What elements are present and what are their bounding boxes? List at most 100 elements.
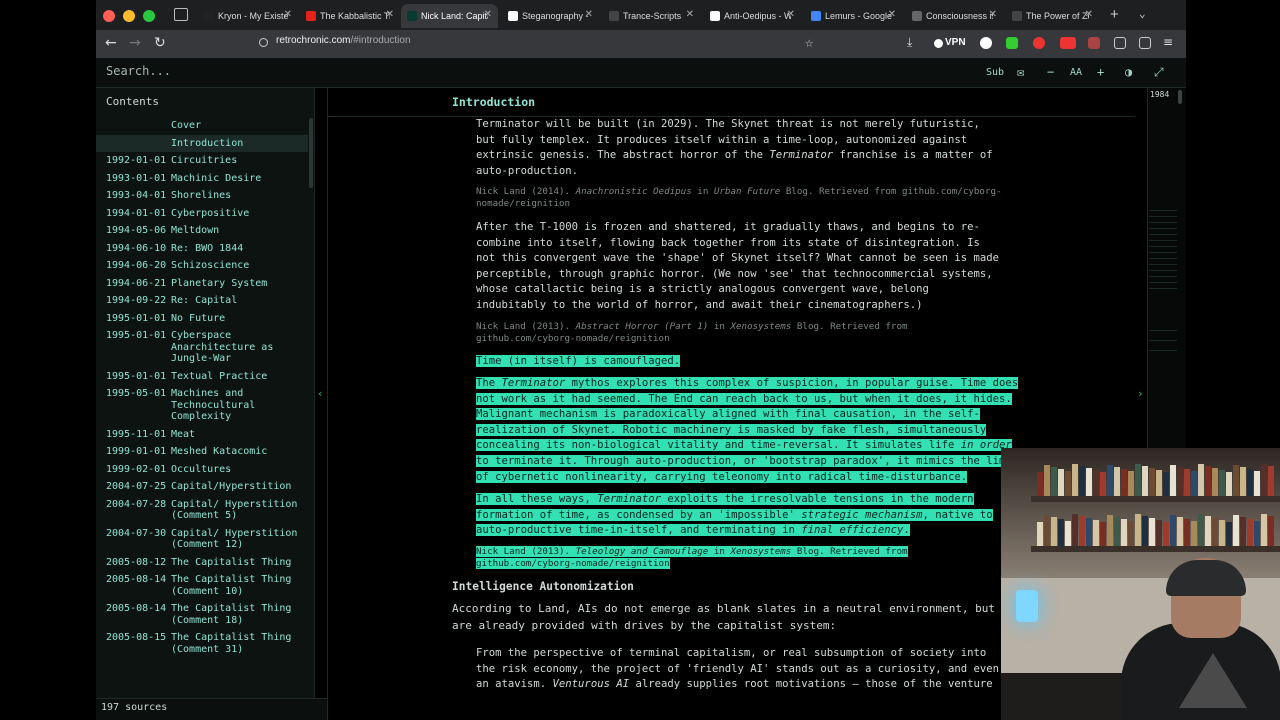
new-tab-button[interactable]: + — [1110, 6, 1119, 23]
collapse-sidebar-chevron-icon[interactable]: ‹ — [317, 387, 324, 400]
toc-item-title: Planetary System — [171, 277, 268, 289]
toc-item[interactable]: 1992-01-01 Circuitries — [96, 152, 308, 170]
toc-item[interactable]: 1994-06-20 Schizoscience — [96, 257, 308, 275]
download-icon[interactable]: ⤓ — [907, 35, 912, 50]
highlight-2[interactable]: The Terminator mythos explores this comp… — [476, 376, 1021, 485]
sidebar-divider[interactable] — [314, 88, 315, 698]
main-scrollbar[interactable] — [1178, 90, 1182, 104]
timeline-minimap[interactable] — [1147, 88, 1186, 448]
menu-icon[interactable]: ≡ — [1163, 35, 1173, 49]
toc-item[interactable]: 1999-02-01 Occultures — [96, 461, 308, 479]
toc-item[interactable]: 1995-01-01 Cyberspace Anarchitecture as J… — [96, 327, 308, 368]
tab-close-icon[interactable]: ✕ — [484, 9, 492, 20]
search-input[interactable] — [106, 64, 306, 78]
book-spine — [1191, 521, 1197, 546]
tab-favicon-icon — [811, 11, 821, 21]
toc-item[interactable]: 1999-01-01 Meshed Katacomic — [96, 443, 308, 461]
book-spine — [1051, 467, 1057, 496]
mail-icon[interactable]: ✉ — [1017, 65, 1024, 79]
site-info-icon[interactable] — [259, 38, 268, 47]
toc-item[interactable]: 2005-08-14 The Capitalist Thing (Comment … — [96, 571, 308, 600]
minimap-line — [1149, 258, 1177, 259]
tab-close-icon[interactable]: ✕ — [386, 9, 394, 20]
reload-icon[interactable]: ↻ — [154, 35, 166, 51]
tab-overview-icon[interactable] — [174, 8, 188, 21]
sidebar-scrollbar[interactable] — [309, 118, 313, 188]
extension-red-icon[interactable] — [1033, 37, 1045, 49]
book-spine — [1219, 470, 1225, 496]
tab-search-chevron-icon[interactable]: ⌄ — [1139, 7, 1146, 20]
toc-item-date: 1994-06-20 — [106, 260, 167, 271]
book-spine — [1128, 521, 1134, 546]
sidebar-toggle-icon[interactable] — [1139, 37, 1151, 49]
tab-favicon-icon — [1012, 11, 1022, 21]
toc-item[interactable]: Cover — [96, 117, 308, 135]
toc-item[interactable]: 2004-07-28 Capital/ Hyperstition (Comment… — [96, 496, 308, 525]
toc-item[interactable]: 1994-06-10 Re: BWO 1844 — [96, 240, 308, 258]
toc-item[interactable]: 2004-07-25 Capital/Hyperstition — [96, 478, 308, 496]
toc-item[interactable]: 2004-07-30 Capital/ Hyperstition (Comment… — [96, 525, 308, 554]
toc-item[interactable]: 1995-01-01 No Future — [96, 310, 308, 328]
toc-item[interactable]: 2005-08-15 The Capitalist Thing (Comment … — [96, 629, 308, 658]
book-spine — [1247, 469, 1253, 496]
collapse-minimap-chevron-icon[interactable]: › — [1137, 387, 1144, 400]
zoom-in-icon[interactable]: + — [1097, 65, 1104, 79]
toc-item[interactable]: Introduction — [96, 134, 308, 152]
browser-tab[interactable]: Nick Land: Capitalism✕ — [401, 4, 498, 28]
tab-close-icon[interactable]: ✕ — [585, 9, 593, 20]
browser-tab[interactable]: The Kabbalistic Tree✕ — [300, 4, 400, 28]
highlight-citation-3[interactable]: Nick Land (2013). Teleology and Camoufla… — [476, 546, 1004, 570]
tab-close-icon[interactable]: ✕ — [284, 9, 292, 20]
toc-item[interactable]: 1995-11-01 Meat — [96, 426, 308, 444]
toc-item-date: 1995-05-01 — [106, 388, 167, 399]
subscribe-button[interactable]: Sub — [986, 67, 1004, 78]
tab-close-icon[interactable]: ✕ — [888, 9, 896, 20]
toc-item[interactable]: 1995-01-01 Textual Practice — [96, 368, 308, 386]
forward-arrow-icon[interactable]: → — [129, 35, 141, 51]
extensions-puzzle-icon[interactable] — [1114, 37, 1126, 49]
toc-item[interactable]: 1994-09-22 Re: Capital — [96, 292, 308, 310]
adblock-icon[interactable] — [1060, 37, 1076, 49]
extension-grid-icon[interactable] — [1088, 37, 1100, 49]
toc-item[interactable]: 1994-01-01 Cyberpositive — [96, 205, 308, 223]
toc-item[interactable]: 1994-05-06 Meltdown — [96, 222, 308, 240]
lamp — [1016, 590, 1038, 622]
browser-tab[interactable]: Anti-Oedipus - Wiki✕ — [704, 4, 801, 28]
back-arrow-icon[interactable]: ← — [105, 35, 117, 51]
browser-tab[interactable]: Kryon - My Existence✕ — [198, 4, 298, 28]
minimize-window-button[interactable] — [123, 10, 135, 22]
book-spine — [1072, 514, 1078, 546]
browser-tab[interactable]: Trance-Scripts ✕ — [603, 4, 700, 28]
bookmark-star-icon[interactable]: ☆ — [805, 35, 813, 51]
browser-tab[interactable]: Steganography - Wiki✕ — [502, 4, 599, 28]
zoom-out-icon[interactable]: − — [1047, 65, 1054, 79]
vpn-label[interactable]: VPN — [945, 37, 966, 48]
url-field[interactable]: retrochronic.com/#introduction — [276, 35, 411, 46]
tab-close-icon[interactable]: ✕ — [686, 9, 694, 20]
toc-item[interactable]: 2005-08-12 The Capitalist Thing — [96, 554, 308, 572]
tab-close-icon[interactable]: ✕ — [989, 9, 997, 20]
tab-close-icon[interactable]: ✕ — [787, 9, 795, 20]
extension-c-icon[interactable] — [980, 37, 992, 49]
toc-item[interactable]: 1994-06-21 Planetary System — [96, 275, 308, 293]
toc-item[interactable]: 1993-01-01 Machinic Desire — [96, 170, 308, 188]
extension-green-icon[interactable] — [1006, 37, 1018, 49]
browser-tab[interactable]: Consciousness is ✕ — [906, 4, 1003, 28]
highlight-3[interactable]: In all these ways, Terminator exploits t… — [476, 492, 1004, 539]
theme-toggle-icon[interactable]: ◑ — [1125, 65, 1132, 79]
browser-tab[interactable]: Lemurs - Google Search✕ — [805, 4, 902, 28]
toc-item-date: 1995-01-01 — [106, 312, 167, 324]
toc-item-date: 1999-02-01 — [106, 463, 167, 475]
maximize-window-button[interactable] — [143, 10, 155, 22]
font-size-button[interactable]: AA — [1070, 67, 1082, 78]
fullscreen-icon[interactable]: ⤢ — [1154, 65, 1164, 80]
tab-close-icon[interactable]: ✕ — [1085, 9, 1093, 20]
book-spine — [1128, 471, 1134, 496]
close-window-button[interactable] — [103, 10, 115, 22]
toc-item[interactable]: 1995-05-01 Machines and Technocultural Co… — [96, 385, 308, 426]
toc-item[interactable]: 2005-08-14 The Capitalist Thing (Comment … — [96, 600, 308, 629]
browser-tab[interactable]: The Power of Zero -✕ — [1006, 4, 1099, 28]
highlight-1[interactable]: Time (in itself) is camouflaged. — [476, 354, 1021, 370]
book-spine — [1065, 521, 1071, 546]
toc-item[interactable]: 1993-04-01 Shorelines — [96, 187, 308, 205]
